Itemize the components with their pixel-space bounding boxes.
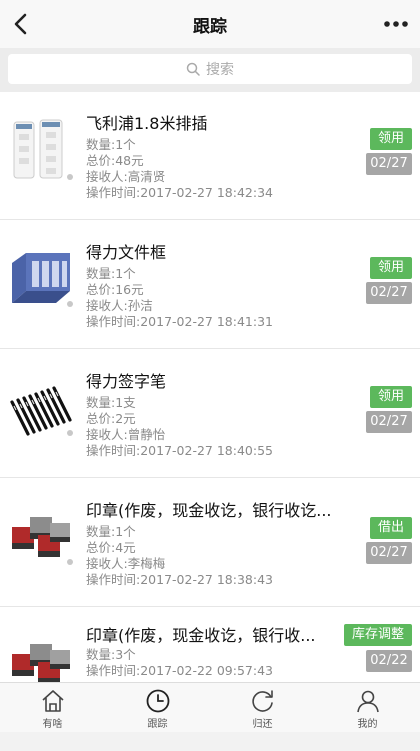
item-receiver: 接收人:孙洁 [86,298,153,313]
item-total-price: 总价:2元 [86,411,136,426]
tab-label: 归还 [252,719,273,730]
item-title: 得力文件框 [86,243,167,262]
item-total-price: 总价:16元 [86,282,144,297]
more-icon[interactable] [382,10,410,38]
status-dot [67,430,73,436]
item-title: 印章(作废，现金收讫，银行收... [86,626,316,645]
list-item[interactable]: 飞利浦1.8米排插 数量:1个 总价:48元 接收人:高清贤 操作时间:2017… [0,92,420,220]
item-operation-time: 操作时间:2017-02-22 09:57:43 [86,663,273,678]
item-quantity: 数量:1个 [86,524,136,539]
tab-mine[interactable]: 我的 [315,683,420,732]
file-rack-icon [12,253,70,303]
search-placeholder: 搜索 [206,62,234,78]
tab-home[interactable]: 有啥 [0,683,105,732]
search-icon [186,62,200,76]
stamps-icon [12,644,70,682]
tab-label: 我的 [357,719,378,730]
tab-label: 有啥 [42,719,63,730]
power-strip-icon [13,119,63,179]
item-receiver: 接收人:曾静怡 [86,427,166,442]
item-operation-time: 操作时间:2017-02-27 18:42:34 [86,185,273,200]
tab-return[interactable]: 归还 [210,683,315,732]
bottom-safe-area [0,732,420,751]
date-badge: 02/27 [366,542,412,564]
stamps-icon [12,517,70,557]
status-dot [67,559,73,565]
page-title: 跟踪 [193,17,227,37]
item-total-price: 总价:4元 [86,540,136,555]
nav-bar: 跟踪 [0,0,420,48]
date-badge: 02/27 [366,282,412,304]
pens-icon [10,386,72,436]
type-badge: 领用 [369,386,412,408]
user-icon [356,690,379,713]
tab-tracking[interactable]: 跟踪 [105,683,210,732]
type-badge: 领用 [369,257,412,279]
clock-icon [146,689,169,713]
item-total-price: 总价:48元 [86,153,144,168]
item-operation-time: 操作时间:2017-02-27 18:40:55 [86,443,273,458]
item-title: 得力签字笔 [86,372,167,391]
item-title: 印章(作废，现金收讫，银行收讫... [86,501,332,520]
list-item[interactable]: 印章(作废，现金收讫，银行收... 数量:3个 操作时间:2017-02-22 … [0,608,420,682]
item-quantity: 数量:3个 [86,647,136,662]
date-badge: 02/27 [366,153,412,175]
tab-bar: 有啥 跟踪 归还 我的 [0,682,420,732]
search-bar: 搜索 [0,48,420,92]
item-receiver: 接收人:李梅梅 [86,556,166,571]
list-item[interactable]: 得力签字笔 数量:1支 总价:2元 接收人:曾静怡 操作时间:2017-02-2… [0,350,420,478]
type-badge: 借出 [369,517,412,539]
item-quantity: 数量:1支 [86,395,136,410]
return-icon [251,690,273,712]
list-item[interactable]: 印章(作废，现金收讫，银行收讫... 数量:1个 总价:4元 接收人:李梅梅 操… [0,479,420,607]
status-dot [67,174,73,180]
date-badge: 02/22 [366,650,412,672]
tab-label: 跟踪 [147,719,168,730]
status-dot [67,301,73,307]
type-badge: 领用 [369,128,412,150]
home-icon [41,690,64,712]
item-operation-time: 操作时间:2017-02-27 18:38:43 [86,572,273,587]
search-input[interactable]: 搜索 [8,54,412,84]
item-title: 飞利浦1.8米排插 [86,114,208,133]
list-item[interactable]: 得力文件框 数量:1个 总价:16元 接收人:孙洁 操作时间:2017-02-2… [0,221,420,349]
type-badge: 库存调整 [343,624,412,646]
date-badge: 02/27 [366,411,412,433]
item-quantity: 数量:1个 [86,137,136,152]
item-quantity: 数量:1个 [86,266,136,281]
item-receiver: 接收人:高清贤 [86,169,166,184]
tracking-list: 飞利浦1.8米排插 数量:1个 总价:48元 接收人:高清贤 操作时间:2017… [0,92,420,682]
item-operation-time: 操作时间:2017-02-27 18:41:31 [86,314,273,329]
